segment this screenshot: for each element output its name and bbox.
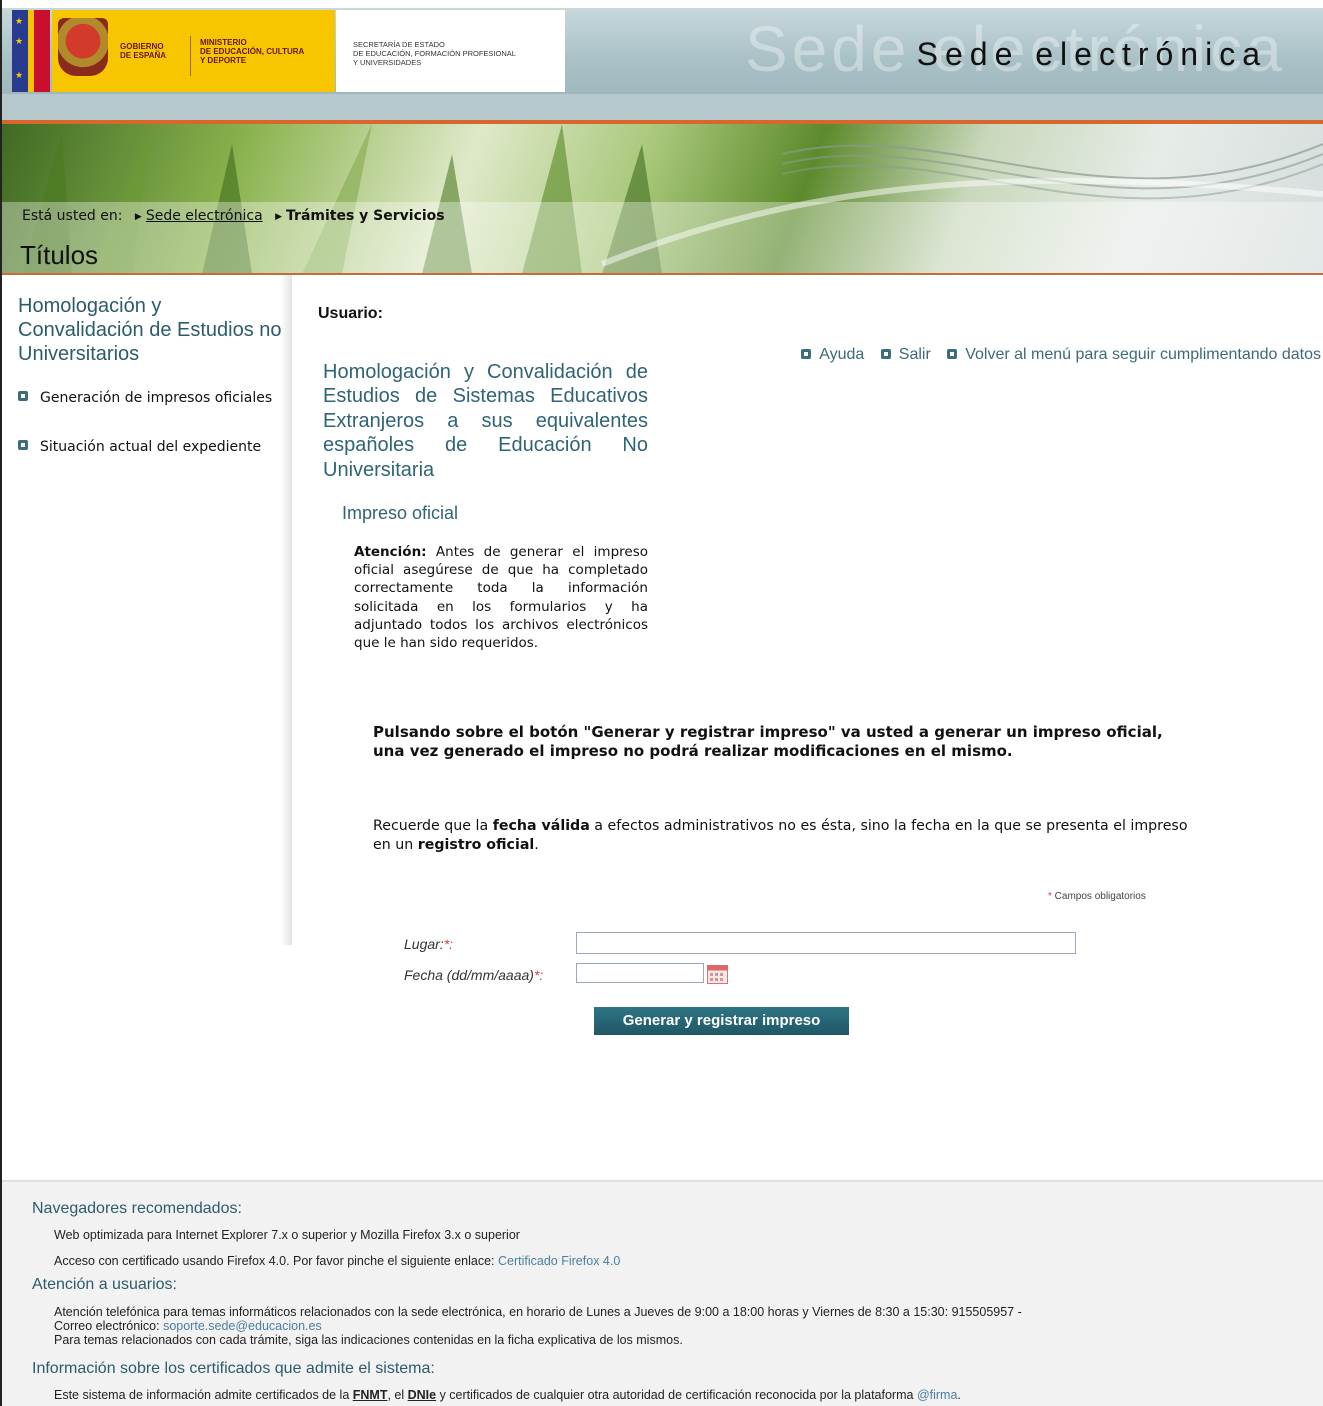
ministry-text: MINISTERIO DE EDUCACIÓN, CULTURA Y DEPORTE	[200, 38, 305, 65]
breadcrumb-link-sede[interactable]: Sede electrónica	[146, 208, 263, 224]
breadcrumb-arrow-icon: ▶	[275, 212, 283, 222]
sidebar	[2, 275, 292, 945]
sidebar-title: Homologación y Convalidación de Estudios…	[18, 295, 282, 365]
page-title: Títulos	[20, 240, 99, 270]
sidebar-item-generacion[interactable]: Generación de impresos oficiales	[18, 389, 288, 427]
support-email-link[interactable]: soporte.sede@educacion.es	[163, 1319, 322, 1333]
procedure-help-text: Para temas relacionados con cada trámite…	[54, 1333, 683, 1347]
action-links: Ayuda Salir Volver al menú para seguir c…	[789, 346, 1321, 364]
sidebar-item-situacion[interactable]: Situación actual del expediente	[18, 438, 288, 458]
lugar-input[interactable]	[576, 932, 1076, 954]
certificates-text: Este sistema de información admite certi…	[54, 1388, 961, 1402]
bullet-icon	[18, 440, 28, 450]
attention-note: Atención: Antes de generar el impreso of…	[354, 544, 648, 652]
sidebar-item-label: Situación actual del expediente	[40, 439, 262, 455]
secretaria-text: SECRETARÍA DE ESTADO DE EDUCACIÓN, FORMAC…	[353, 40, 516, 67]
bullet-icon	[18, 391, 28, 401]
firma-link[interactable]: @firma	[917, 1388, 957, 1402]
user-label: Usuario:	[318, 305, 383, 322]
eu-stars-icon: ★ ★ ★	[12, 10, 28, 92]
fecha-input[interactable]	[576, 963, 704, 983]
calendar-icon[interactable]	[707, 965, 728, 984]
section-title: Impreso oficial	[342, 503, 459, 523]
logout-link[interactable]: Salir	[880, 346, 931, 364]
firefox-cert-link[interactable]: Certificado Firefox 4.0	[498, 1254, 620, 1268]
breadcrumb-current: Trámites y Servicios	[286, 208, 445, 224]
breadcrumb-arrow-icon: ▶	[134, 212, 142, 222]
header-band	[2, 94, 1323, 120]
fnmt-link[interactable]: FNMT	[353, 1388, 388, 1402]
firefox-cert-text: Acceso con certificado usando Firefox 4.…	[54, 1254, 621, 1268]
browsers-text: Web optimizada para Internet Explorer 7.…	[54, 1228, 520, 1242]
breadcrumb-prefix: Está usted en:	[22, 208, 123, 224]
site-title: Sede electrónica	[916, 36, 1267, 72]
email-support-text: Correo electrónico: soporte.sede@educaci…	[54, 1319, 322, 1333]
required-fields-note: * Campos obligatorios	[1048, 891, 1146, 902]
logo-divider	[190, 36, 191, 76]
dnie-link[interactable]: DNIe	[408, 1388, 436, 1402]
gov-text: GOBIERNO DE ESPAÑA	[120, 42, 167, 60]
page: ★ ★ ★ GOBIERNO DE ESPAÑA MINISTERIO DE EDU…	[0, 0, 1323, 1406]
main-heading: Homologación y Convalidación de Estudios…	[323, 361, 648, 481]
users-heading: Atención a usuarios:	[32, 1276, 177, 1293]
generate-warning: Pulsando sobre el botón "Generar y regis…	[373, 723, 1163, 760]
grass-decoration	[2, 124, 1323, 274]
generate-register-button[interactable]: Generar y registrar impreso	[594, 1007, 849, 1035]
fecha-label: Fecha (dd/mm/aaaa)*:	[404, 967, 544, 983]
certificates-heading: Información sobre los certificados que a…	[32, 1360, 435, 1377]
phone-support-text: Atención telefónica para temas informáti…	[54, 1305, 1022, 1319]
coat-of-arms-icon	[58, 18, 108, 76]
bullet-icon	[880, 349, 891, 359]
browsers-heading: Navegadores recomendados:	[32, 1200, 242, 1217]
banner-image	[2, 124, 1323, 274]
sidebar-item-label: Generación de impresos oficiales	[40, 390, 273, 406]
help-link[interactable]: Ayuda	[801, 346, 864, 364]
bullet-icon	[801, 349, 812, 359]
bullet-icon	[947, 349, 958, 359]
breadcrumb: Está usted en: ▶ Sede electrónica ▶ Trámit…	[22, 208, 445, 224]
lugar-label: Lugar:*:	[404, 936, 454, 952]
date-reminder: Recuerde que la fecha válida a efectos a…	[373, 818, 1188, 853]
back-to-menu-link[interactable]: Volver al menú para seguir cumplimentand…	[947, 346, 1321, 364]
